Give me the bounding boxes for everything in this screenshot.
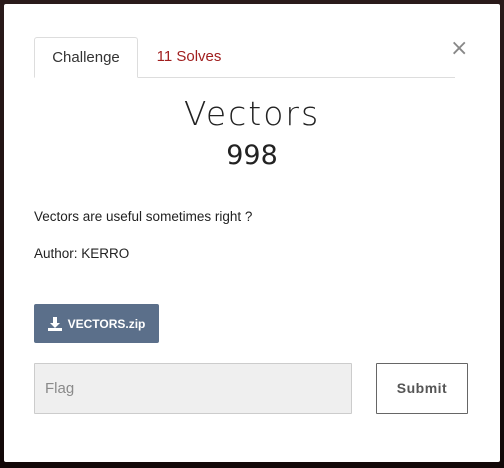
download-icon	[47, 316, 62, 331]
challenge-description: Vectors are useful sometimes right ?	[34, 209, 253, 224]
flag-input[interactable]	[34, 363, 352, 414]
submit-button[interactable]: Submit	[376, 363, 468, 414]
modal-tabs: Challenge 11 Solves	[34, 37, 455, 78]
challenge-author: Author: KERRO	[34, 246, 130, 261]
challenge-title: Vectors	[183, 94, 321, 133]
tab-challenge[interactable]: Challenge	[34, 37, 138, 78]
challenge-value: 998	[226, 140, 278, 171]
download-file-label: VECTORS.zip	[67, 316, 146, 331]
download-file-button[interactable]: VECTORS.zip	[34, 304, 159, 343]
tab-solves[interactable]: 11 Solves	[144, 37, 234, 77]
challenge-modal: × Challenge 11 Solves Vectors 998 Vector…	[4, 4, 500, 462]
